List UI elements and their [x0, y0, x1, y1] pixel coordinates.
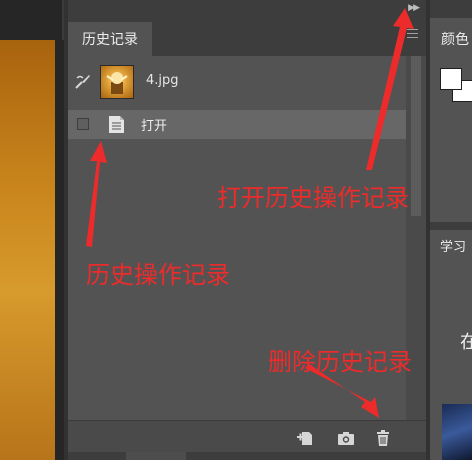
new-document-from-state-icon[interactable]	[296, 429, 314, 447]
double-chevron-right-icon[interactable]: ▶▶	[408, 3, 420, 13]
tab-learn[interactable]: 学习	[430, 230, 472, 260]
snapshot-thumbnail[interactable]	[100, 65, 134, 99]
canvas-background	[0, 0, 62, 40]
learn-tutorial-thumbnail[interactable]	[442, 404, 472, 460]
tab-color[interactable]: 颜色	[430, 18, 472, 54]
tab-learn-label: 学习	[440, 240, 467, 255]
right-panel: 颜色 学习 在	[430, 0, 472, 460]
history-brush-icon[interactable]	[74, 72, 92, 90]
annotation-delete-history: 删除历史记录	[268, 348, 412, 376]
document-icon	[109, 116, 124, 133]
canvas-edge	[55, 40, 64, 460]
tab-color-label: 颜色	[441, 32, 469, 48]
snapshot-label: 4.jpg	[146, 73, 179, 88]
step-source-checkbox[interactable]	[77, 118, 89, 130]
history-snapshot-row[interactable]: 4.jpg	[68, 56, 406, 108]
foreground-color-swatch[interactable]	[440, 68, 462, 90]
canvas-image[interactable]	[0, 40, 55, 460]
annotation-history-ops: 历史操作记录	[86, 261, 230, 289]
right-panel-separator	[430, 222, 472, 230]
hamburger-menu-icon[interactable]	[407, 29, 418, 38]
scrollbar-thumb[interactable]	[411, 56, 421, 216]
panel-topbar: ▶▶	[68, 0, 426, 18]
trash-icon[interactable]	[374, 429, 392, 447]
panel-bottom-tab	[126, 452, 186, 460]
document-canvas-area	[0, 0, 64, 460]
history-panel: ▶▶ 历史记录 4.jpg 打开	[68, 0, 426, 460]
history-step-row[interactable]: 打开	[68, 110, 406, 139]
tab-history[interactable]: 历史记录	[68, 22, 152, 56]
panel-tab-strip: 历史记录	[68, 18, 426, 56]
step-label: 打开	[141, 119, 168, 134]
panel-bottom-bar	[68, 452, 426, 460]
tab-history-label: 历史记录	[82, 32, 138, 48]
learn-title: 在	[460, 332, 472, 353]
annotation-open-history: 打开历史操作记录	[217, 184, 409, 212]
right-topbar	[430, 0, 472, 18]
camera-icon[interactable]	[337, 429, 355, 447]
